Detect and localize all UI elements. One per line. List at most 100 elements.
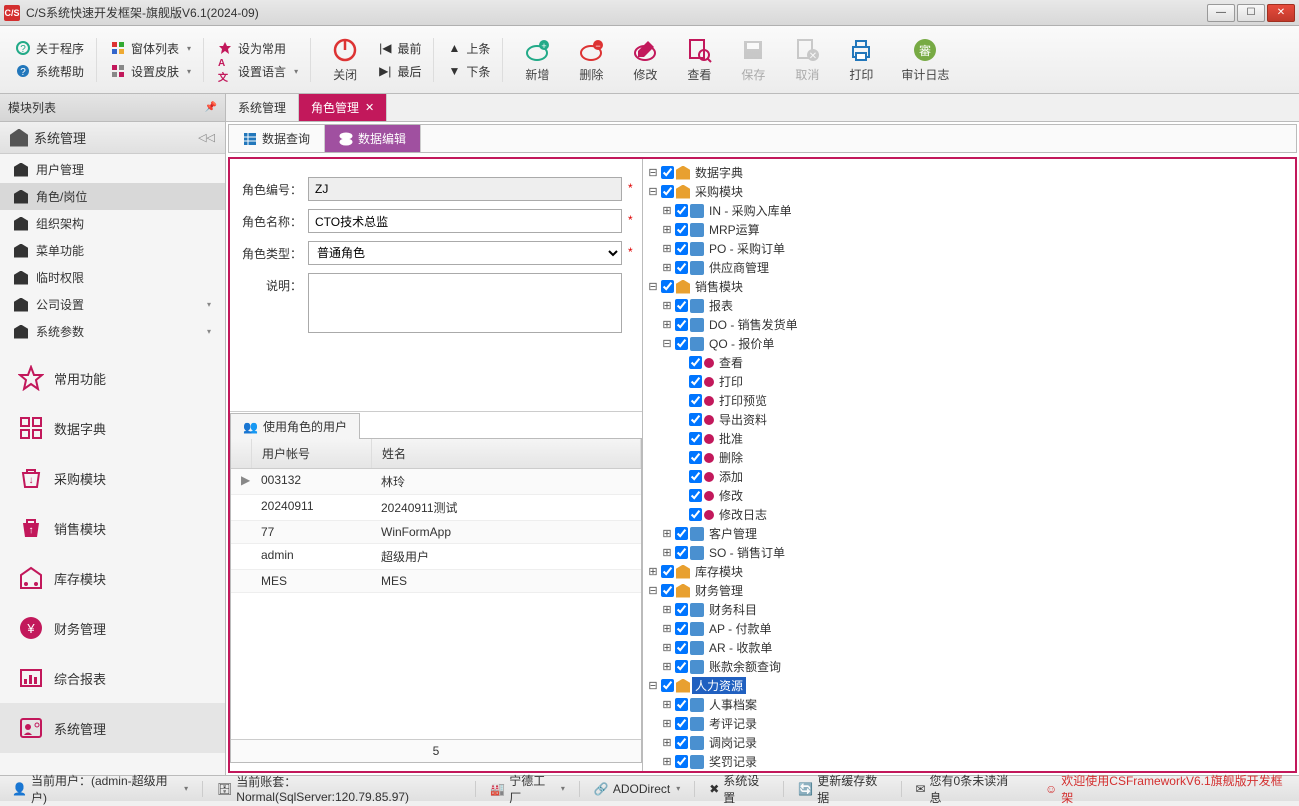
desc-textarea[interactable] (308, 273, 622, 333)
tree-node[interactable]: ⊞库存模块 (645, 562, 1293, 581)
tree-checkbox[interactable] (689, 489, 702, 502)
fav-item-1[interactable]: 数据字典 (0, 403, 225, 453)
tree-node[interactable]: ⊞奖罚记录 (645, 752, 1293, 771)
nav-icon[interactable]: ◁◁ (198, 131, 215, 144)
expand-icon[interactable]: ⊞ (661, 737, 673, 749)
tree-checkbox[interactable] (675, 603, 688, 616)
tree-node[interactable]: ⊟QO - 报价单 (645, 334, 1293, 353)
tree-checkbox[interactable] (675, 717, 688, 730)
set-default-menu[interactable]: 设为常用 (214, 38, 302, 59)
expand-icon[interactable]: ⊟ (647, 186, 659, 198)
minimize-button[interactable]: — (1207, 4, 1235, 22)
expand-icon[interactable]: ⊞ (661, 205, 673, 217)
role-type-select[interactable]: 普通角色 (308, 241, 622, 265)
tree-checkbox[interactable] (675, 736, 688, 749)
permission-tree[interactable]: ⊟数据字典⊟采购模块⊞IN - 采购入库单⊞MRP运算⊞PO - 采购订单⊞供应… (642, 159, 1295, 771)
subtab-1[interactable]: 数据编辑 (325, 125, 421, 152)
tree-checkbox[interactable] (661, 280, 674, 293)
window-list-menu[interactable]: 窗体列表▾ (107, 38, 195, 59)
expand-icon[interactable]: ⊟ (647, 680, 659, 692)
edit-button[interactable]: 修改 (621, 32, 669, 87)
tree-node[interactable]: 导出资料 (645, 410, 1293, 429)
expand-icon[interactable]: ⊟ (661, 338, 673, 350)
tree-node[interactable]: 修改日志 (645, 505, 1293, 524)
expand-icon[interactable]: ⊞ (661, 262, 673, 274)
close-tool-button[interactable]: 关闭 (321, 32, 369, 87)
expand-icon[interactable]: ⊞ (661, 547, 673, 559)
language-menu[interactable]: A文 设置语言▾ (214, 61, 302, 82)
expand-icon[interactable]: ⊞ (661, 661, 673, 673)
tree-node[interactable]: ⊞SO - 销售订单 (645, 543, 1293, 562)
user-tab[interactable]: 👥 使用角色的用户 (230, 413, 360, 439)
fav-item-2[interactable]: ↓采购模块 (0, 453, 225, 503)
tree-checkbox[interactable] (689, 356, 702, 369)
tree-checkbox[interactable] (675, 299, 688, 312)
tree-checkbox[interactable] (661, 166, 674, 179)
tab-close-icon[interactable]: ✕ (365, 101, 374, 114)
tree-node[interactable]: ⊟人力资源 (645, 676, 1293, 695)
help-menu[interactable]: ? 系统帮助 (12, 61, 88, 82)
tree-checkbox[interactable] (675, 698, 688, 711)
tree-node[interactable]: 批准 (645, 429, 1293, 448)
tree-checkbox[interactable] (675, 318, 688, 331)
tree-node[interactable]: ⊟数据字典 (645, 163, 1293, 182)
tree-checkbox[interactable] (675, 337, 688, 350)
sidebar-item-4[interactable]: 临时权限 (0, 264, 225, 291)
expand-icon[interactable]: ⊞ (661, 224, 673, 236)
tree-checkbox[interactable] (689, 508, 702, 521)
status-msg[interactable]: ✉您有0条未读消息 (911, 772, 1021, 806)
tree-node[interactable]: ⊞IN - 采购入库单 (645, 201, 1293, 220)
table-row[interactable]: admin超级用户 (231, 544, 641, 570)
sidebar-item-3[interactable]: 菜单功能 (0, 237, 225, 264)
sidebar-item-5[interactable]: 公司设置▾ (0, 291, 225, 318)
sidebar-item-1[interactable]: 角色/岗位 (0, 183, 225, 210)
role-code-input[interactable] (308, 177, 622, 201)
col-name[interactable]: 姓名 (372, 439, 641, 468)
expand-icon[interactable]: ⊞ (661, 623, 673, 635)
next-button[interactable]: ▼下条 (444, 61, 494, 82)
tree-checkbox[interactable] (675, 622, 688, 635)
tree-node[interactable]: ⊞MRP运算 (645, 220, 1293, 239)
expand-icon[interactable]: ⊟ (647, 167, 659, 179)
table-row[interactable]: 77WinFormApp (231, 521, 641, 544)
tree-checkbox[interactable] (675, 641, 688, 654)
close-button[interactable]: ✕ (1267, 4, 1295, 22)
tree-node[interactable]: ⊞AR - 收款单 (645, 638, 1293, 657)
tree-checkbox[interactable] (689, 394, 702, 407)
skin-menu[interactable]: 设置皮肤▾ (107, 61, 195, 82)
tree-node[interactable]: ⊞账款余额查询 (645, 657, 1293, 676)
tree-node[interactable]: ⊞报表 (645, 296, 1293, 315)
status-factory[interactable]: 🏭宁德工厂▾ (486, 772, 569, 806)
tree-node[interactable]: ⊞财务科目 (645, 600, 1293, 619)
tree-checkbox[interactable] (689, 451, 702, 464)
tree-node[interactable]: ⊟财务管理 (645, 581, 1293, 600)
print-button[interactable]: 打印 (837, 32, 885, 87)
role-name-input[interactable] (308, 209, 622, 233)
audit-button[interactable]: 審审计日志 (891, 32, 959, 87)
cancel-button[interactable]: ✕取消 (783, 32, 831, 87)
tree-node[interactable]: 修改 (645, 486, 1293, 505)
expand-icon[interactable]: ⊞ (661, 528, 673, 540)
tree-node[interactable]: ⊞DO - 销售发货单 (645, 315, 1293, 334)
tree-checkbox[interactable] (675, 546, 688, 559)
tree-node[interactable]: ⊟销售模块 (645, 277, 1293, 296)
tree-node[interactable]: ⊞客户管理 (645, 524, 1293, 543)
fav-item-6[interactable]: 综合报表 (0, 653, 225, 703)
tree-checkbox[interactable] (689, 413, 702, 426)
delete-button[interactable]: −删除 (567, 32, 615, 87)
tree-node[interactable]: ⊞AP - 付款单 (645, 619, 1293, 638)
expand-icon[interactable]: ⊞ (661, 604, 673, 616)
tree-checkbox[interactable] (661, 584, 674, 597)
expand-icon[interactable]: ⊞ (661, 243, 673, 255)
add-button[interactable]: +新增 (513, 32, 561, 87)
tree-checkbox[interactable] (661, 565, 674, 578)
tree-checkbox[interactable] (675, 261, 688, 274)
status-user[interactable]: 👤当前用户：(admin-超级用户)▾ (8, 772, 192, 806)
tree-node[interactable]: ⊞调岗记录 (645, 733, 1293, 752)
tree-checkbox[interactable] (675, 755, 688, 768)
tree-checkbox[interactable] (661, 185, 674, 198)
expand-icon[interactable]: ⊞ (647, 566, 659, 578)
sidebar-item-2[interactable]: 组织架构 (0, 210, 225, 237)
maximize-button[interactable]: ☐ (1237, 4, 1265, 22)
tree-node[interactable]: ⊟采购模块 (645, 182, 1293, 201)
